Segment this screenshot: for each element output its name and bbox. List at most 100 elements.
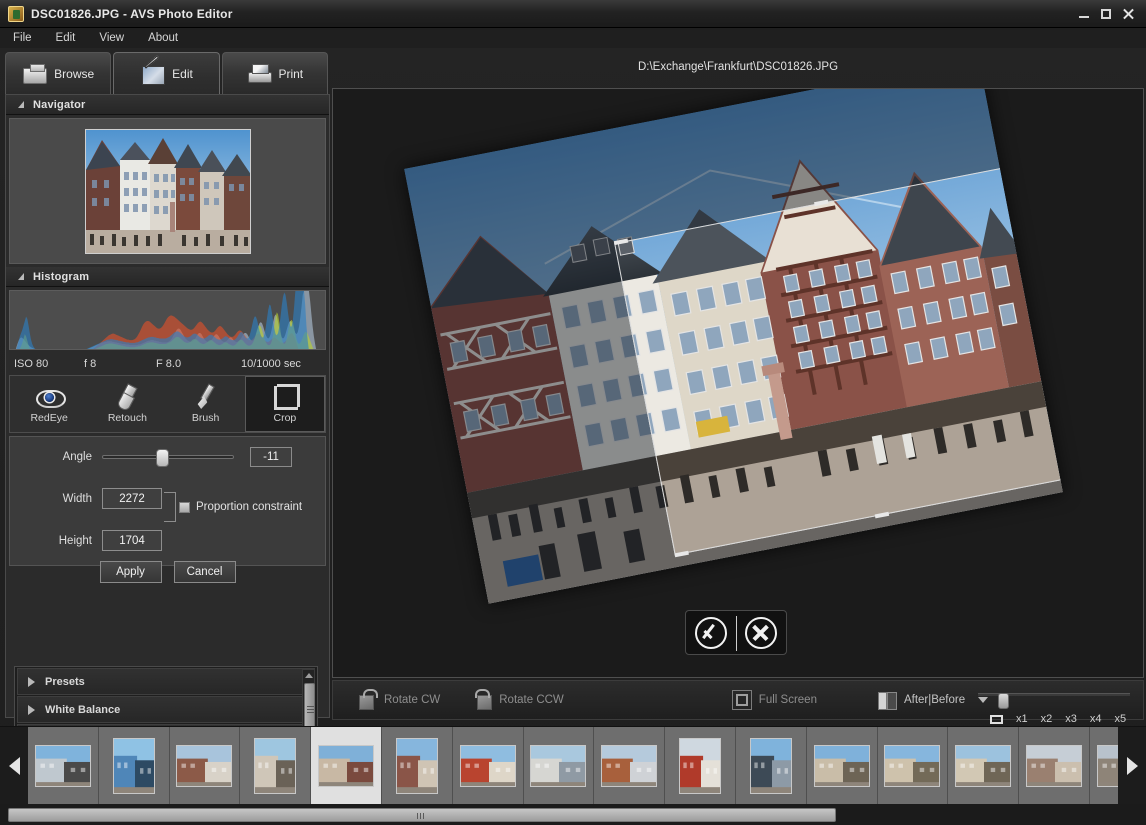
triangle-open-icon [18,273,24,280]
tab-edit-label: Edit [172,67,193,81]
navigator-header[interactable]: Navigator [6,95,329,115]
filmstrip-thumb-church-with-fountain[interactable] [240,727,311,805]
thumbnail-image [750,738,792,794]
after-before-button[interactable]: After|Before [877,690,988,710]
angle-value-box[interactable]: -11 [250,447,292,467]
filmstrip-thumb-half-timbered-row[interactable] [453,727,524,805]
angle-slider[interactable] [102,455,234,459]
filmstrip-thumb-blossom-street[interactable] [1019,727,1090,805]
filmstrip-thumb-highway-skyline[interactable] [28,727,99,805]
image-viewer[interactable] [332,88,1144,678]
filmstrip-track[interactable] [28,727,1118,805]
exif-focal: f 8 [84,358,156,370]
tab-browse-label: Browse [54,67,94,81]
zoom-x4[interactable]: x4 [1090,713,1102,725]
zoom-x1[interactable]: x1 [1016,713,1028,725]
close-button[interactable] [1118,4,1138,24]
proportion-checkbox[interactable] [179,502,190,513]
triangle-right-icon [28,677,35,687]
menu-file[interactable]: File [10,31,35,45]
app-icon [8,6,24,22]
maximize-button[interactable] [1096,4,1116,24]
filmstrip-thumb-street-crowd[interactable] [1090,727,1118,805]
fit-to-window-icon[interactable] [990,715,1003,724]
width-input[interactable]: 2272 [102,488,162,509]
thumbnail-image [955,745,1011,787]
filmstrip-thumb-red-timber-alley[interactable] [665,727,736,805]
width-row: Width 2272 Proportion constraint [10,475,325,522]
filmstrip [0,726,1146,804]
apply-button[interactable]: Apply [100,561,162,583]
tab-print[interactable]: Print [222,52,328,94]
thumbnail-image [254,738,296,794]
filmstrip-thumb-opera-pediment[interactable] [948,727,1019,805]
menu-about[interactable]: About [145,31,181,45]
link-bracket [164,492,176,522]
full-screen-label: Full Screen [759,694,817,706]
filmstrip-thumb-modern-facade[interactable] [524,727,595,805]
thumbnail-image [1097,745,1118,787]
height-input[interactable]: 1704 [102,530,162,551]
full-screen-button[interactable]: Full Screen [732,690,817,710]
menu-view[interactable]: View [96,31,127,45]
zoom-x5[interactable]: x5 [1115,713,1127,725]
arrow-left-icon [9,757,20,775]
filmstrip-prev-button[interactable] [0,727,28,805]
rotate-cw-button[interactable]: Rotate CW [357,690,440,710]
zoom-x2[interactable]: x2 [1041,713,1053,725]
crop-handle-top-right[interactable] [1012,161,1027,168]
filmstrip-scroll-thumb[interactable] [8,808,836,822]
angle-slider-thumb[interactable] [156,449,169,467]
thumbnail-image [884,745,940,787]
histogram-svg [10,291,325,350]
thumbnail-image [318,745,374,787]
height-label: Height [10,535,102,547]
scroll-up-arrow-icon[interactable] [303,670,314,681]
histogram-header[interactable]: Histogram [6,267,329,287]
tool-redeye[interactable]: RedEye [10,376,88,432]
filmstrip-thumb-roemerberg-square[interactable] [311,727,382,805]
tool-crop-label: Crop [273,412,296,424]
confirm-crop-button[interactable] [695,617,727,649]
accordion-item-white-balance[interactable]: White Balance [17,696,315,723]
thumbnail-image [530,745,586,787]
split-view-icon [877,690,897,710]
eye-icon [34,384,64,410]
filmstrip-thumb-gabled-house-statue[interactable] [382,727,453,805]
exif-info: ISO 80 f 8 F 8.0 10/1000 sec [6,353,329,375]
zoom-x3[interactable]: x3 [1065,713,1077,725]
filmstrip-thumb-corner-sandstone-building[interactable] [170,727,241,805]
proportion-constraint[interactable]: Proportion constraint [179,501,302,513]
thumbnail-image [113,738,155,794]
histogram-chart [9,290,326,350]
menu-edit[interactable]: Edit [53,31,79,45]
tool-retouch[interactable]: Retouch [88,376,166,432]
zoom-slider[interactable] [978,693,1133,709]
cancel-crop-button[interactable] [745,617,777,649]
filmstrip-thumb-church-spire-riverside[interactable] [736,727,807,805]
accordion-item-presets[interactable]: Presets [17,668,315,695]
printer-icon [246,63,272,85]
zoom-slider-thumb[interactable] [998,693,1009,709]
cancel-button[interactable]: Cancel [174,561,236,583]
histogram-title: Histogram [33,271,89,283]
crop-confirm-bar [685,610,787,655]
minimize-button[interactable] [1074,4,1094,24]
filmstrip-thumb-copper-sculpture[interactable] [594,727,665,805]
mode-tabs: Browse Edit Print [5,52,330,94]
filmstrip-thumb-alte-oper-front[interactable] [878,727,949,805]
after-before-label: After|Before [904,694,965,706]
rotate-ccw-button[interactable]: Rotate CCW [472,690,564,710]
filmstrip-thumb-glass-office-tower[interactable] [99,727,170,805]
tab-edit[interactable]: Edit [113,52,219,95]
thumbnail-image [176,745,232,787]
filmstrip-thumb-alte-oper-angle[interactable] [807,727,878,805]
navigator-preview[interactable] [9,118,326,264]
tool-crop[interactable]: Crop [245,376,325,432]
rotated-photo[interactable] [404,88,1063,604]
tool-brush[interactable]: Brush [167,376,245,432]
tab-browse[interactable]: Browse [5,52,111,94]
thumbnail-image [814,745,870,787]
filmstrip-next-button[interactable] [1118,727,1146,805]
filmstrip-scrollbar[interactable] [0,804,1146,825]
